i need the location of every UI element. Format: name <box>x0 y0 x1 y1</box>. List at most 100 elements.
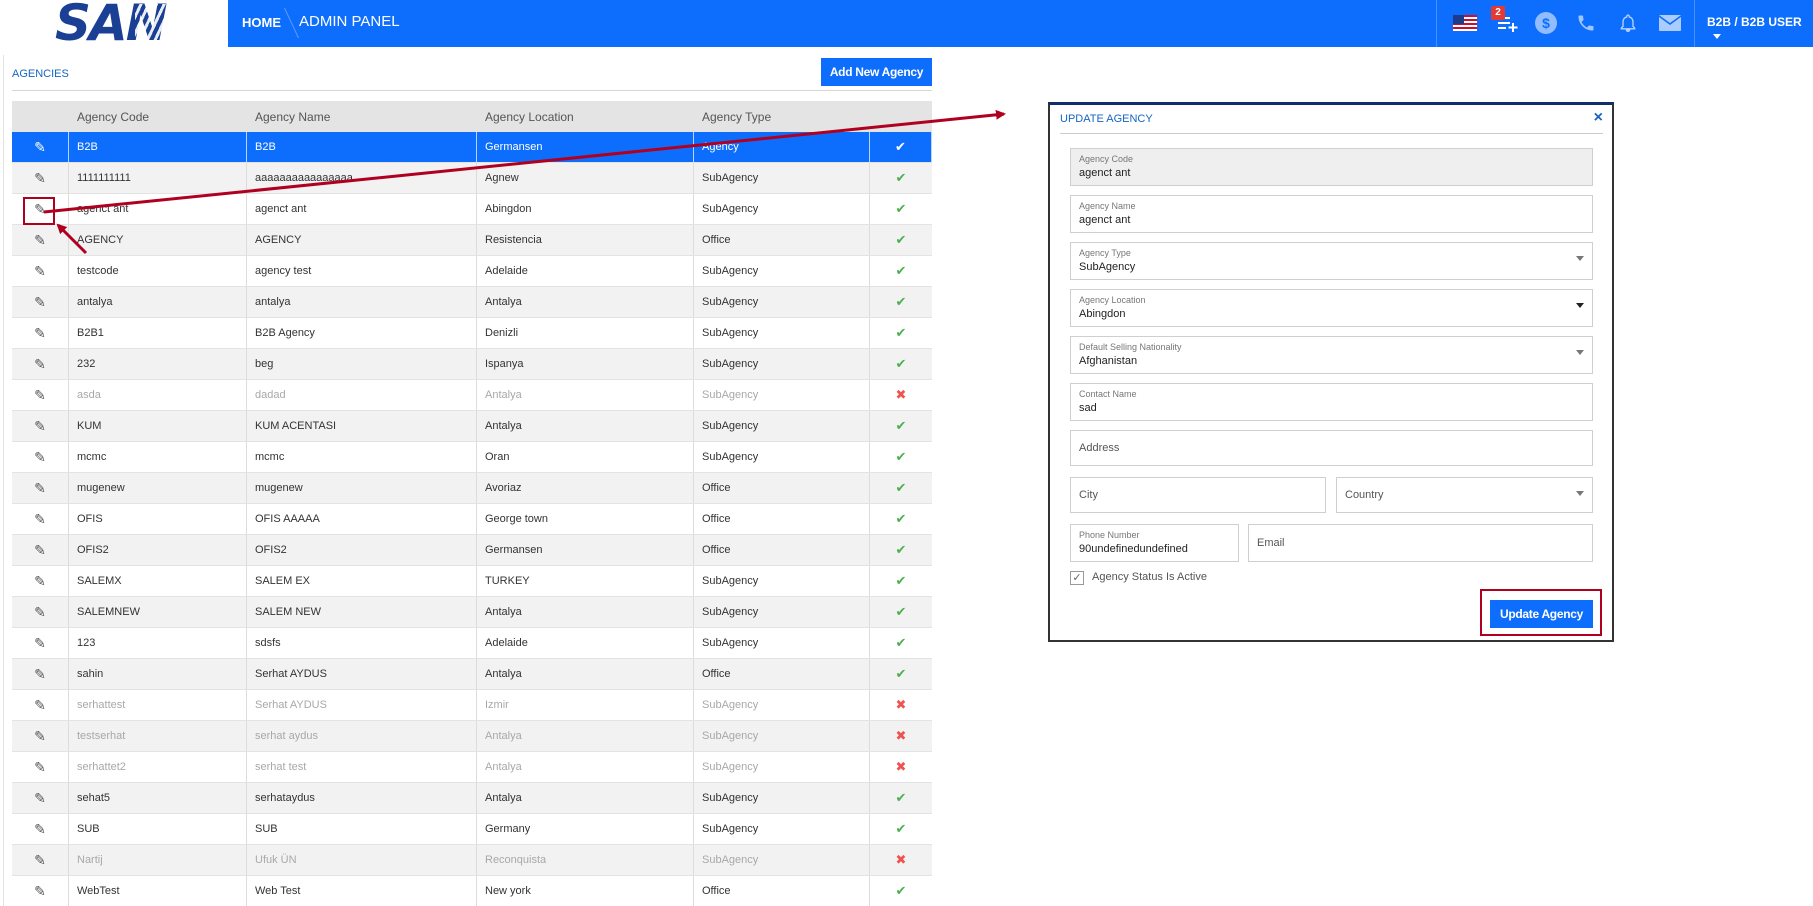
edit-cell[interactable]: ✎ <box>12 163 69 193</box>
close-icon[interactable]: × <box>1594 109 1603 127</box>
pencil-icon[interactable]: ✎ <box>34 387 46 404</box>
table-row[interactable]: ✎ OFIS2 OFIS2 Germansen Office ✔ <box>12 535 932 566</box>
pencil-icon[interactable]: ✎ <box>34 852 46 869</box>
edit-cell[interactable]: ✎ <box>12 349 69 379</box>
table-row[interactable]: ✎ B2B1 B2B Agency Denizli SubAgency ✔ <box>12 318 932 349</box>
pencil-icon[interactable]: ✎ <box>34 542 46 559</box>
table-row[interactable]: ✎ 123 sdsfs Adelaide SubAgency ✔ <box>12 628 932 659</box>
table-row[interactable]: ✎ OFIS OFIS AAAAA George town Office ✔ <box>12 504 932 535</box>
address-field[interactable]: Address <box>1070 430 1593 466</box>
nationality-select[interactable]: Default Selling Nationality Afghanistan <box>1070 336 1593 374</box>
pencil-icon[interactable]: ✎ <box>34 480 46 497</box>
agency-location-select[interactable]: Agency Location Abingdon <box>1070 289 1593 327</box>
table-row[interactable]: ✎ B2B B2B Germansen Agency ✔ <box>12 132 932 163</box>
table-row[interactable]: ✎ testcode agency test Adelaide SubAgency ✔ <box>12 256 932 287</box>
header-agency-location[interactable]: Agency Location <box>477 101 694 132</box>
edit-cell[interactable]: ✎ <box>12 876 69 906</box>
edit-cell[interactable]: ✎ <box>12 535 69 565</box>
header-agency-code[interactable]: Agency Code <box>69 101 247 132</box>
table-row[interactable]: ✎ sahin Serhat AYDUS Antalya Office ✔ <box>12 659 932 690</box>
table-row[interactable]: ✎ serhattest Serhat AYDUS Izmir SubAgency ✖ <box>12 690 932 721</box>
table-row[interactable]: ✎ WebTest Web Test New york Office ✔ <box>12 876 932 906</box>
table-row[interactable]: ✎ KUM KUM ACENTASI Antalya SubAgency ✔ <box>12 411 932 442</box>
table-row[interactable]: ✎ SUB SUB Germany SubAgency ✔ <box>12 814 932 845</box>
phone-number-field[interactable]: Phone Number 90undefinedundefined <box>1070 524 1239 562</box>
edit-cell[interactable]: ✎ <box>12 597 69 627</box>
pencil-icon[interactable]: ✎ <box>34 170 46 187</box>
pencil-icon[interactable]: ✎ <box>34 790 46 807</box>
email-field[interactable]: Email <box>1248 524 1593 562</box>
edit-cell[interactable]: ✎ <box>12 659 69 689</box>
add-new-agency-button[interactable]: Add New Agency <box>821 58 932 86</box>
table-row[interactable]: ✎ 1111111111 aaaaaaaaaaaaaaaa Agnew SubAgenc… <box>12 163 932 194</box>
header-agency-name[interactable]: Agency Name <box>247 101 477 132</box>
pencil-icon[interactable]: ✎ <box>34 821 46 838</box>
bell-icon[interactable] <box>1615 10 1641 36</box>
chevron-down-icon <box>1576 303 1584 308</box>
pencil-icon[interactable]: ✎ <box>34 294 46 311</box>
edit-cell[interactable]: ✎ <box>12 380 69 410</box>
table-row[interactable]: ✎ serhattet2 serhat test Antalya SubAgency ✖ <box>12 752 932 783</box>
currency-icon[interactable]: $ <box>1533 10 1559 36</box>
edit-cell[interactable]: ✎ <box>12 411 69 441</box>
pencil-icon[interactable]: ✎ <box>34 635 46 652</box>
mail-icon[interactable] <box>1656 10 1684 36</box>
table-row[interactable]: ✎ Nartij Ufuk ÜN Reconquista SubAgency ✖ <box>12 845 932 876</box>
edit-cell[interactable]: ✎ <box>12 318 69 348</box>
agency-name-field[interactable]: Agency Name agenct ant <box>1070 195 1593 233</box>
edit-cell[interactable]: ✎ <box>12 721 69 751</box>
table-row[interactable]: ✎ SALEMNEW SALEM NEW Antalya SubAgency ✔ <box>12 597 932 628</box>
edit-cell[interactable]: ✎ <box>12 690 69 720</box>
table-row[interactable]: ✎ 232 beg Ispanya SubAgency ✔ <box>12 349 932 380</box>
edit-cell[interactable]: ✎ <box>12 752 69 782</box>
edit-cell[interactable]: ✎ <box>12 287 69 317</box>
pencil-icon[interactable]: ✎ <box>34 263 46 280</box>
table-row[interactable]: ✎ SALEMX SALEM EX TURKEY SubAgency ✔ <box>12 566 932 597</box>
pencil-icon[interactable]: ✎ <box>34 325 46 342</box>
agency-status-checkbox[interactable]: ✓ <box>1070 571 1084 585</box>
edit-cell[interactable]: ✎ <box>12 256 69 286</box>
edit-cell[interactable]: ✎ <box>12 504 69 534</box>
edit-cell[interactable]: ✎ <box>12 628 69 658</box>
header-agency-type[interactable]: Agency Type <box>694 101 870 132</box>
pencil-icon[interactable]: ✎ <box>34 883 46 900</box>
agency-location-cell: Germany <box>477 814 694 844</box>
agency-location-cell: Ispanya <box>477 349 694 379</box>
pencil-icon[interactable]: ✎ <box>34 232 46 249</box>
pencil-icon[interactable]: ✎ <box>34 728 46 745</box>
pencil-icon[interactable]: ✎ <box>34 697 46 714</box>
table-row[interactable]: ✎ AGENCY AGENCY Resistencia Office ✔ <box>12 225 932 256</box>
edit-cell[interactable]: ✎ <box>12 566 69 596</box>
pencil-icon[interactable]: ✎ <box>34 139 46 156</box>
pencil-icon[interactable]: ✎ <box>34 666 46 683</box>
table-row[interactable]: ✎ antalya antalya Antalya SubAgency ✔ <box>12 287 932 318</box>
country-select[interactable]: Country <box>1336 477 1593 513</box>
pencil-icon[interactable]: ✎ <box>34 604 46 621</box>
edit-cell[interactable]: ✎ <box>12 814 69 844</box>
city-field[interactable]: City <box>1070 477 1326 513</box>
edit-cell[interactable]: ✎ <box>12 783 69 813</box>
pencil-icon[interactable]: ✎ <box>34 449 46 466</box>
pencil-icon[interactable]: ✎ <box>34 418 46 435</box>
table-row[interactable]: ✎ agenct ant agenct ant Abingdon SubAgency ✔ <box>12 194 932 225</box>
agency-type-select[interactable]: Agency Type SubAgency <box>1070 242 1593 280</box>
pencil-icon[interactable]: ✎ <box>34 356 46 373</box>
edit-cell[interactable]: ✎ <box>12 132 69 162</box>
table-row[interactable]: ✎ mcmc mcmc Oran SubAgency ✔ <box>12 442 932 473</box>
table-row[interactable]: ✎ asda dadad Antalya SubAgency ✖ <box>12 380 932 411</box>
table-row[interactable]: ✎ mugenew mugenew Avoriaz Office ✔ <box>12 473 932 504</box>
user-menu[interactable]: B2B / B2B USER <box>1707 15 1813 43</box>
logo[interactable]: SAN <box>0 0 228 48</box>
table-row[interactable]: ✎ sehat5 serhataydus Antalya SubAgency ✔ <box>12 783 932 814</box>
edit-cell[interactable]: ✎ <box>12 845 69 875</box>
table-row[interactable]: ✎ testserhat serhat aydus Antalya SubAgency ✖ <box>12 721 932 752</box>
edit-cell[interactable]: ✎ <box>12 225 69 255</box>
us-flag-icon[interactable] <box>1451 10 1479 36</box>
pencil-icon[interactable]: ✎ <box>34 759 46 776</box>
contact-name-field[interactable]: Contact Name sad <box>1070 383 1593 421</box>
edit-cell[interactable]: ✎ <box>12 442 69 472</box>
edit-cell[interactable]: ✎ <box>12 473 69 503</box>
pencil-icon[interactable]: ✎ <box>34 511 46 528</box>
phone-icon[interactable] <box>1573 10 1599 36</box>
pencil-icon[interactable]: ✎ <box>34 573 46 590</box>
